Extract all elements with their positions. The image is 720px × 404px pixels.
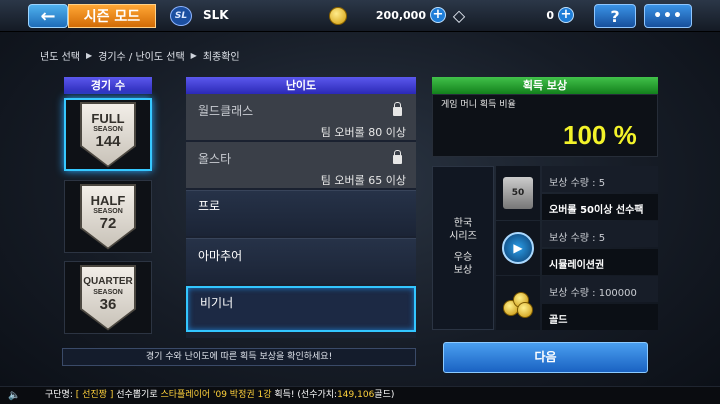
chevron-right-icon: ▶ (190, 51, 197, 60)
difficulty-amateur[interactable]: 아마추어 (186, 238, 416, 284)
next-button[interactable]: 다음 (443, 342, 648, 373)
games-header: 경기 수 (64, 77, 152, 94)
ticker-suffix: 골드) (374, 390, 395, 400)
reward-header: 획득 보상 (432, 77, 658, 94)
difficulty-name: 아마추어 (198, 249, 243, 263)
difficulty-requirement: 팀 오버롤 65 이상 (320, 174, 406, 187)
ticker-value: 149,106 (337, 390, 375, 400)
ticker-text-mid: 선수뽑기로 (113, 390, 161, 400)
add-gold-button[interactable]: + (430, 7, 446, 23)
series-label-line3: 우승 (453, 252, 473, 263)
plus-icon: + (432, 7, 444, 22)
gold-coin-icon (329, 7, 347, 25)
home-plate-icon: FULL SEASON 144 (80, 101, 136, 168)
difficulty-beginner[interactable]: 비기너 (186, 286, 416, 332)
more-dots-icon: ••• (653, 8, 683, 24)
difficulty-name: 프로 (198, 199, 221, 213)
difficulty-requirement: 팀 오버롤 80 이상 (320, 126, 406, 139)
lock-icon (393, 150, 402, 164)
breadcrumb-step-games: 경기수 / 난이도 선택 (98, 52, 185, 63)
reward-name: 골드 (542, 304, 658, 330)
season-option-half[interactable]: HALF SEASON 72 (64, 180, 152, 253)
reward-item-gold: 보상 수량 : 100000 골드 (496, 276, 658, 330)
reward-item-player-pack: 50 보상 수량 : 5 오버롤 50이상 선수팩 (496, 166, 658, 220)
back-button[interactable]: ← (28, 4, 68, 28)
difficulty-name: 월드클래스 (198, 104, 254, 118)
difficulty-list: 월드클래스 팀 오버롤 80 이상 올스타 팀 오버롤 65 이상 프로 아마추… (186, 94, 416, 338)
chevron-right-icon: ▶ (85, 51, 93, 60)
gold-coins-icon (501, 288, 535, 318)
season-games-count: 72 (99, 214, 117, 232)
more-button[interactable]: ••• (644, 4, 692, 28)
season-option-quarter[interactable]: QUARTER SEASON 36 (64, 261, 152, 334)
ticker-player: 스타플레이어 '09 박정권 1강 (160, 390, 272, 400)
home-plate-icon: QUARTER SEASON 36 (80, 264, 136, 331)
reward-name: 오버롤 50이상 선수팩 (542, 194, 658, 220)
ticker-message: 구단명: [ 선진짱 ] 선수뽑기로 스타플레이어 '09 박정권 1강 획득!… (45, 387, 394, 404)
season-big-label: HALF (90, 192, 126, 208)
ticker-text-mid2: 획득! (선수가치: (271, 390, 338, 400)
reward-name: 시뮬레이션권 (542, 249, 658, 275)
season-games-count: 144 (95, 132, 121, 150)
season-big-label: QUARTER (83, 275, 133, 287)
player-pack-icon: 50 (503, 177, 533, 209)
season-games-count: 36 (99, 295, 117, 313)
gem-amount: 0 (546, 9, 554, 22)
help-button[interactable]: ? (594, 4, 636, 28)
breadcrumb: 년도 선택 ▶ 경기수 / 난이도 선택 ▶ 최종확인 (40, 48, 240, 63)
speaker-icon: 🔈 (8, 390, 21, 401)
plus-icon: + (560, 7, 572, 22)
season-big-label: FULL (91, 110, 125, 126)
home-plate-icon: HALF SEASON 72 (80, 183, 136, 250)
difficulty-name: 올스타 (198, 152, 232, 166)
difficulty-name: 비기너 (200, 296, 234, 310)
simulation-ticket-icon: ▶ (502, 232, 534, 264)
ticker-team: [ 선진짱 ] (75, 390, 114, 400)
difficulty-pro[interactable]: 프로 (186, 190, 416, 236)
breadcrumb-step-year: 년도 선택 (40, 52, 80, 63)
reward-quantity: 보상 수량 : 5 (542, 221, 658, 247)
reward-rate-label: 게임 머니 획득 비율 (441, 100, 516, 110)
difficulty-header: 난이도 (186, 77, 416, 94)
news-ticker: 🔈 구단명: [ 선진짱 ] 선수뽑기로 스타플레이어 '09 박정권 1강 획… (0, 386, 720, 404)
team-logo: SL (170, 6, 192, 26)
season-option-full[interactable]: FULL SEASON 144 (64, 98, 152, 171)
reward-item-simulation: ▶ 보상 수량 : 5 시뮬레이션권 (496, 221, 658, 275)
reward-quantity: 보상 수량 : 100000 (542, 276, 658, 302)
difficulty-all-star[interactable]: 올스타 팀 오버롤 65 이상 (186, 142, 416, 188)
difficulty-world-class[interactable]: 월드클래스 팀 오버롤 80 이상 (186, 94, 416, 140)
mode-title: 시즌 모드 (68, 4, 156, 28)
arrow-left-icon: ← (40, 5, 56, 27)
question-icon: ? (610, 6, 620, 26)
hint-message: 경기 수와 난이도에 따른 획득 보상을 확인하세요! (62, 348, 416, 366)
reward-quantity: 보상 수량 : 5 (542, 166, 658, 192)
series-label-line1: 한국 (453, 218, 473, 229)
lock-icon (393, 102, 402, 116)
korean-series-label: 한국시리즈 우승보상 (432, 166, 494, 330)
team-name: SLK (203, 8, 229, 22)
diamond-icon: ◇ (452, 6, 466, 25)
breadcrumb-step-confirm: 최종확인 (202, 52, 240, 63)
add-gem-button[interactable]: + (558, 7, 574, 23)
ticker-prefix: 구단명: (45, 390, 73, 400)
reward-rate-value: 100 % (563, 120, 637, 150)
series-label-line4: 보상 (453, 265, 473, 276)
series-label-line2: 시리즈 (449, 231, 477, 242)
gold-amount: 200,000 (375, 9, 426, 22)
